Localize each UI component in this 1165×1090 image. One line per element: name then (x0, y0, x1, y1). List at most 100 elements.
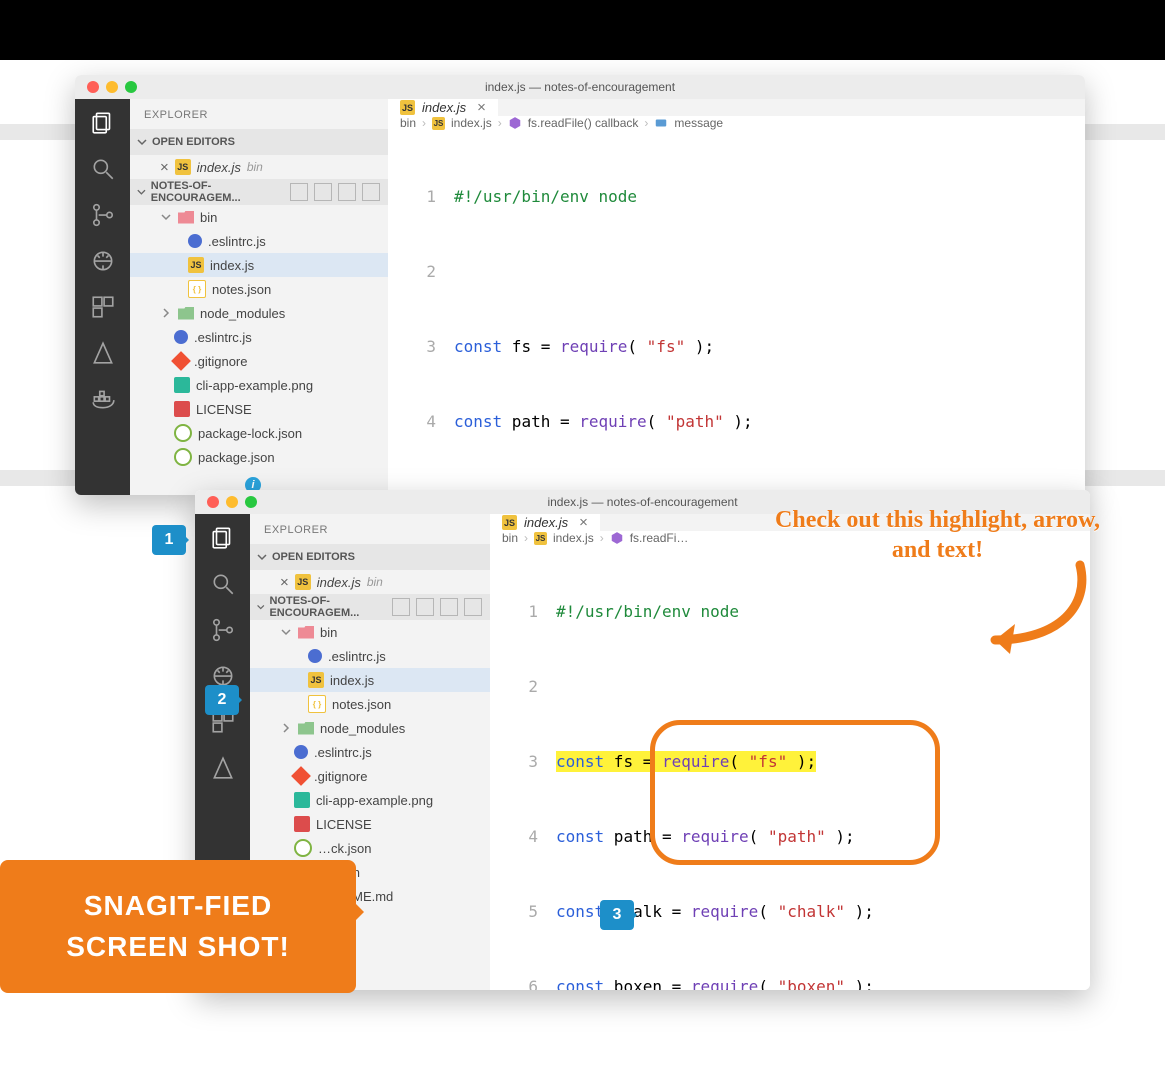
file-indexjs[interactable]: JSindex.js (130, 253, 388, 277)
variable-icon (654, 116, 668, 130)
close-icon[interactable]: × (579, 514, 588, 531)
file-cliimg[interactable]: cli-app-example.png (250, 788, 490, 812)
annotation-snagit-box: Snagit-fied screen shot! (0, 860, 356, 993)
file-license[interactable]: LICENSE (130, 397, 388, 421)
activity-bar (75, 99, 130, 495)
chevron-down-icon (280, 626, 292, 638)
chevron-right-icon (280, 722, 292, 734)
chevron-down-icon (256, 601, 265, 613)
folder-bin[interactable]: bin (250, 620, 490, 644)
explorer-toolbar (392, 598, 490, 616)
folder-node-modules[interactable]: node_modules (250, 716, 490, 740)
file-indexjs[interactable]: JSindex.js (250, 668, 490, 692)
git-icon (291, 766, 311, 786)
azure-icon[interactable] (89, 339, 117, 367)
js-file-icon: JS (432, 117, 445, 130)
editor-area: JS index.js × bin› JSindex.js› fs.readFi… (388, 99, 1085, 495)
chevron-down-icon (160, 211, 172, 223)
open-editor-item[interactable]: × JS index.js bin (130, 155, 388, 179)
folder-node-modules[interactable]: node_modules (130, 301, 388, 325)
explorer-title: EXPLORER (130, 99, 388, 129)
annotation-highlight-text: Check out this highlight, arrow, and tex… (775, 505, 1100, 565)
code-editor[interactable]: 1#!/usr/bin/env node 2 3const fs = requi… (388, 130, 1085, 495)
debug-icon[interactable] (89, 247, 117, 275)
new-file-icon[interactable] (290, 183, 308, 201)
source-control-icon[interactable] (209, 616, 237, 644)
js-file-icon: JS (175, 159, 191, 175)
arrow-icon (965, 560, 1095, 670)
tab-bar: JS index.js × (388, 99, 1085, 116)
method-icon (508, 116, 522, 130)
page-black-header (0, 0, 1165, 60)
file-gitignore[interactable]: .gitignore (250, 764, 490, 788)
file-eslintrc-root[interactable]: .eslintrc.js (250, 740, 490, 764)
new-folder-icon[interactable] (416, 598, 434, 616)
search-icon[interactable] (209, 570, 237, 598)
file-notesjson[interactable]: notes.json (130, 277, 388, 301)
image-file-icon (174, 377, 190, 393)
open-editors-header[interactable]: OPEN EDITORS (130, 129, 388, 155)
git-icon (171, 351, 191, 371)
eslint-icon (294, 745, 308, 759)
json-file-icon (188, 280, 206, 298)
file-pkglock[interactable]: package-lock.json (130, 421, 388, 445)
source-control-icon[interactable] (89, 201, 117, 229)
collapse-icon[interactable] (464, 598, 482, 616)
folder-icon (178, 211, 194, 224)
docker-icon[interactable] (89, 385, 117, 413)
image-file-icon (294, 792, 310, 808)
open-editor-item[interactable]: × JS index.js bin (250, 570, 490, 594)
file-pkg[interactable]: package.json (130, 445, 388, 469)
npm-icon (294, 839, 312, 857)
project-header[interactable]: NOTES-OF-ENCOURAGEM... (130, 179, 388, 205)
collapse-icon[interactable] (362, 183, 380, 201)
file-truncated[interactable]: …ck.json (250, 836, 490, 860)
js-file-icon: JS (502, 515, 517, 530)
explorer-icon[interactable] (209, 524, 237, 552)
file-eslintrc[interactable]: .eslintrc.js (250, 644, 490, 668)
file-eslintrc-root[interactable]: .eslintrc.js (130, 325, 388, 349)
folder-icon (298, 722, 314, 735)
eslint-icon (308, 649, 322, 663)
folder-icon (178, 307, 194, 320)
new-folder-icon[interactable] (314, 183, 332, 201)
file-gitignore[interactable]: .gitignore (130, 349, 388, 373)
tab-indexjs[interactable]: JS index.js × (388, 99, 498, 116)
js-file-icon: JS (295, 574, 311, 590)
search-icon[interactable] (89, 155, 117, 183)
js-file-icon: JS (308, 672, 324, 688)
js-file-icon: JS (400, 100, 415, 115)
cert-icon (294, 816, 310, 832)
folder-bin[interactable]: bin (130, 205, 388, 229)
project-header[interactable]: NOTES-OF-ENCOURAGEM... (250, 594, 490, 620)
close-icon[interactable]: × (160, 159, 169, 176)
refresh-icon[interactable] (338, 183, 356, 201)
extensions-icon[interactable] (89, 293, 117, 321)
npm-icon (174, 424, 192, 442)
explorer-icon[interactable] (89, 109, 117, 137)
method-icon (610, 531, 624, 545)
close-icon[interactable]: × (477, 99, 486, 116)
callout-3: 3 (600, 900, 634, 930)
vscode-window-back: index.js — notes-of-encouragement EXPLOR… (75, 75, 1085, 495)
callout-1: 1 (152, 525, 186, 555)
eslint-icon (174, 330, 188, 344)
file-notesjson[interactable]: notes.json (250, 692, 490, 716)
breadcrumb[interactable]: bin› JSindex.js› fs.readFile() callback›… (388, 116, 1085, 130)
close-icon[interactable]: × (280, 574, 289, 591)
chevron-down-icon (256, 551, 268, 563)
file-license[interactable]: LICENSE (250, 812, 490, 836)
tab-indexjs[interactable]: JS index.js × (490, 514, 600, 531)
new-file-icon[interactable] (392, 598, 410, 616)
callout-2: 2 (205, 685, 239, 715)
file-cliimg[interactable]: cli-app-example.png (130, 373, 388, 397)
file-eslintrc[interactable]: .eslintrc.js (130, 229, 388, 253)
chevron-right-icon (160, 307, 172, 319)
open-editors-header[interactable]: OPEN EDITORS (250, 544, 490, 570)
explorer-title: EXPLORER (250, 514, 490, 544)
titlebar: index.js — notes-of-encouragement (75, 75, 1085, 99)
azure-icon[interactable] (209, 754, 237, 782)
chevron-down-icon (136, 136, 148, 148)
refresh-icon[interactable] (440, 598, 458, 616)
highlight-ring (650, 720, 940, 865)
